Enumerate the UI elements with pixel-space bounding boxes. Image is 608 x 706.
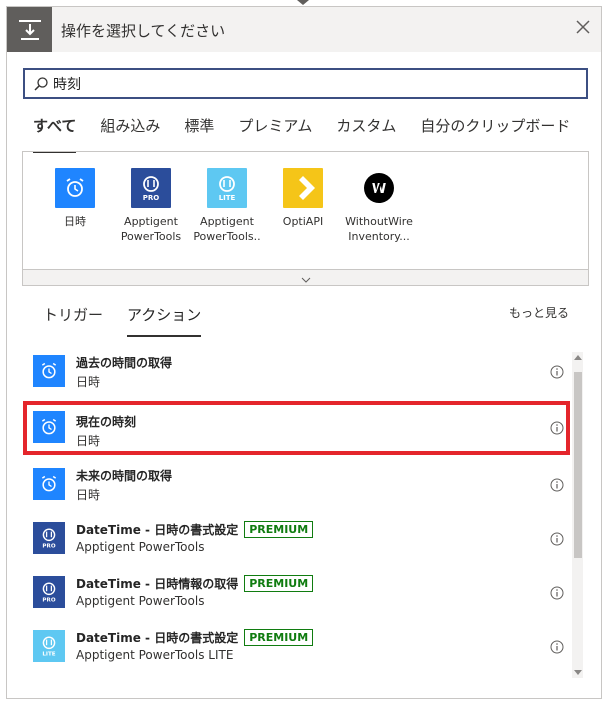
svg-text:LITE: LITE [42,652,55,658]
operation-icon [7,7,52,52]
search-box[interactable] [23,68,588,99]
search-input[interactable] [53,74,573,94]
tab-built-in[interactable]: 組み込み [100,115,160,145]
connector-withoutwire[interactable]: W WithoutWire Inventory... [337,168,421,244]
action-connector: Apptigent PowerTools [76,594,205,608]
action-title: DateTime - 日時の書式設定 PREMIUM [76,629,314,646]
premium-badge: PREMIUM [244,575,314,592]
action-title: 現在の時刻 [76,415,137,429]
action-title: 過去の時間の取得 [76,356,173,370]
action-title: DateTime - 日時の書式設定 PREMIUM [76,521,314,538]
action-connector: 日時 [76,375,101,389]
action-row-datetime-format-lite[interactable]: LITE DateTime - 日時の書式設定 PREMIUM Apptigent… [23,620,570,674]
tab-standard[interactable]: 標準 [184,115,214,145]
scrollbar-thumb[interactable] [574,372,582,558]
action-row-datetime-format[interactable]: PRO DateTime - 日時の書式設定 PREMIUM Apptigent … [23,512,570,566]
category-tabs: すべて 組み込み 標準 プレミアム カスタム 自分のクリップボード [33,115,594,153]
info-icon[interactable] [550,585,564,600]
action-row-get-future-time[interactable]: 未来の時間の取得 日時 [23,458,570,512]
search-icon [33,76,49,96]
info-icon[interactable] [550,531,564,546]
action-title: 未来の時間の取得 [76,469,173,483]
dialog-title: 操作を選択してください [61,22,226,40]
close-icon[interactable] [573,17,593,37]
action-row-current-time[interactable]: 現在の時刻 日時 [23,401,570,455]
scroll-down-arrow-icon[interactable] [574,670,582,675]
action-picker-panel: 操作を選択してください すべて 組み込み 標準 プレミアム カスタム 自分のクリ… [6,6,602,699]
action-row-get-past-time[interactable]: 過去の時間の取得 日時 [23,345,570,399]
alarm-clock-icon [33,411,65,443]
trigger-action-tabs: トリガー アクション [43,304,225,337]
tab-all[interactable]: すべて [33,115,77,153]
apptigent-lite-icon: LITE [207,168,247,208]
action-title: DateTime - 日時情報の取得 PREMIUM [76,575,314,592]
tab-premium[interactable]: プレミアム [238,115,312,145]
info-icon[interactable] [550,639,564,654]
action-connector: 日時 [76,434,101,448]
alarm-clock-icon [33,468,65,500]
apptigent-lite-icon: LITE [33,630,65,662]
tab-actions[interactable]: アクション [127,304,202,337]
popover-notch [297,0,309,5]
tab-custom[interactable]: カスタム [336,115,396,145]
alarm-clock-icon [33,355,65,387]
dialog-header: 操作を選択してください [7,7,601,52]
svg-text:PRO: PRO [143,194,160,202]
scroll-up-arrow-icon[interactable] [574,355,582,360]
action-list-scrollbar[interactable] [572,352,583,678]
withoutwire-icon: W [359,168,399,208]
premium-badge: PREMIUM [244,521,314,538]
connector-label: OptiAPI [282,215,324,228]
connector-label: Apptigent PowerTools [120,215,182,243]
chevron-down-icon [301,268,311,287]
action-connector: Apptigent PowerTools LITE [76,648,234,662]
alarm-clock-icon [55,168,95,208]
info-icon[interactable] [550,477,564,492]
tab-triggers[interactable]: トリガー [43,304,103,325]
connector-datetime[interactable]: 日時 [33,168,117,229]
apptigent-pro-icon: PRO [131,168,171,208]
svg-text:PRO: PRO [42,598,55,604]
connector-label: Apptigent PowerTools.. [193,215,261,243]
optiapi-icon [283,168,323,208]
apptigent-pro-icon: PRO [33,576,65,608]
svg-text:PRO: PRO [42,544,55,550]
apptigent-pro-icon: PRO [33,522,65,554]
svg-text:LITE: LITE [219,194,236,202]
connector-label: 日時 [64,215,86,228]
action-connector: Apptigent PowerTools [76,540,205,554]
expand-connectors-bar[interactable] [22,269,589,286]
action-connector: 日時 [76,488,101,502]
connector-apptigent-lite[interactable]: LITE Apptigent PowerTools.. [185,168,269,244]
info-icon[interactable] [550,420,564,435]
action-row-datetime-info[interactable]: PRO DateTime - 日時情報の取得 PREMIUM Apptigent … [23,566,570,620]
connector-grid: 日時 PRO Apptigent PowerTools LITE Apptige… [22,151,589,284]
tab-clipboard[interactable]: 自分のクリップボード [420,115,570,145]
action-list: 過去の時間の取得 日時 現在の時刻 日時 未来の時間の取得 日時 PRO Dat… [23,345,570,678]
see-more-link[interactable]: もっと見る [509,304,569,321]
connector-optiapi[interactable]: OptiAPI [261,168,345,229]
connector-label: WithoutWire Inventory... [345,215,413,243]
info-icon[interactable] [550,364,564,379]
premium-badge: PREMIUM [244,629,314,646]
connector-apptigent-pro[interactable]: PRO Apptigent PowerTools [109,168,193,244]
